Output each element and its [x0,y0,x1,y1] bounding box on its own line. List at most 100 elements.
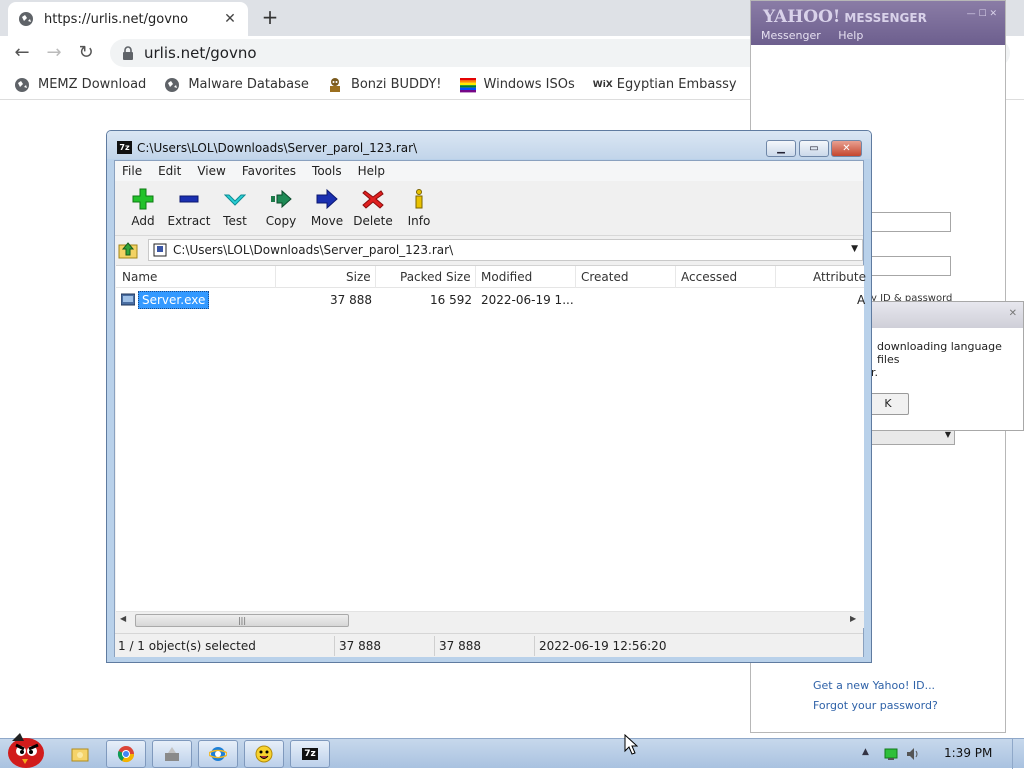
copy-label: Copy [265,214,297,228]
delete-x-icon [362,190,384,209]
test-button[interactable]: Test [212,186,258,232]
bookmark-bonzi[interactable]: Bonzi BUDDY! [327,77,442,93]
info-button[interactable]: Info [396,186,442,232]
menu-edit[interactable]: Edit [158,164,181,178]
status-selected: 1 / 1 object(s) selected [118,639,256,653]
taskbar-app-3[interactable] [152,740,192,768]
chrome-icon [117,746,135,763]
row-packed: 16 592 [430,293,472,307]
taskbar-7zip[interactable]: 7z [290,740,330,768]
menu-view[interactable]: View [197,164,225,178]
forward-icon[interactable]: → [42,41,66,65]
extract-button[interactable]: Extract [166,186,212,232]
internet-explorer-icon [209,747,227,761]
col-attributes[interactable]: Attribute [813,270,866,284]
chevron-down-icon[interactable]: ▼ [851,244,858,254]
network-icon[interactable] [884,747,898,761]
row-name[interactable]: Server.exe [138,291,210,309]
table-row[interactable]: Server.exe 37 888 16 592 2022-06-19 1...… [116,290,865,310]
delete-button[interactable]: Delete [350,186,396,232]
maximize-button[interactable]: ▭ [799,140,829,157]
folder-up-icon[interactable] [118,240,138,260]
status-packed: 37 888 [439,639,481,653]
clock[interactable]: 1:39 PM [944,746,992,760]
col-modified[interactable]: Modified [481,270,532,284]
col-name[interactable]: Name [122,270,157,284]
chevron-down-icon: ▼ [944,430,951,439]
reload-icon[interactable]: ↻ [74,41,98,65]
window-controls[interactable]: — ☐ ✕ [967,9,997,19]
menu-file[interactable]: File [122,164,142,178]
horizontal-scrollbar[interactable]: ◀ ||| ▶ [116,611,864,628]
close-tab-icon[interactable]: ✕ [222,11,238,27]
list-header: Name Size Packed Size Modified Created A… [116,266,866,288]
info-icon [415,189,423,209]
bookmark-label: Bonzi BUDDY! [350,77,442,92]
bookmark-malware-db[interactable]: Malware Database [164,77,309,93]
back-icon[interactable]: ← [10,41,34,65]
scrollbar-thumb[interactable]: ||| [135,614,349,627]
yahoo-id-field[interactable] [871,212,951,232]
get-new-id-link[interactable]: Get a new Yahoo! ID... [813,679,935,692]
show-desktop-button[interactable] [1012,739,1024,769]
start-button[interactable] [2,731,48,769]
bookmark-memz[interactable]: MEMZ Download [14,77,146,93]
yahoo-menubar: Messenger Help [761,29,877,42]
checkmark-icon [224,194,246,206]
7zip-titlebar: 7z C:\Users\LOL\Downloads\Server_parol_1… [107,131,871,159]
taskbar-chrome[interactable] [106,740,146,768]
folder-icon [71,748,89,762]
tab-title: https://urlis.net/govno [44,11,189,27]
copy-arrow-icon [271,189,292,209]
menu-favorites[interactable]: Favorites [242,164,296,178]
dialog-message-2: r. [871,366,879,379]
mouse-cursor-icon [624,734,638,755]
col-packed-size[interactable]: Packed Size [400,270,471,284]
ok-button[interactable]: K [867,393,909,415]
close-icon[interactable]: ✕ [1009,308,1017,319]
extract-label: Extract [167,214,211,228]
menu-help[interactable]: Help [838,29,863,42]
yahoo-language-dialog: ✕ downloading language files r. K [846,301,1024,431]
bookmark-egyptian-embassy[interactable]: WiX Egyptian Embassy [593,77,737,93]
taskbar-explorer[interactable] [60,740,100,768]
info-label: Info [407,214,431,228]
col-created[interactable]: Created [581,270,629,284]
new-tab-button[interactable]: + [258,6,282,30]
bookmark-label: Malware Database [188,77,309,92]
taskbar-ie[interactable] [198,740,238,768]
status-size: 37 888 [339,639,381,653]
move-button[interactable]: Move [304,186,350,232]
file-list: Name Size Packed Size Modified Created A… [116,265,866,628]
bookmark-label: MEMZ Download [38,77,147,92]
yahoo-logo: YAHOO! MESSENGER [763,7,927,27]
taskbar-yahoo[interactable] [244,740,284,768]
tray-expand-icon[interactable]: ▲ [862,747,869,757]
forgot-password-link[interactable]: Forgot your password? [813,699,938,712]
menu-messenger[interactable]: Messenger [761,29,821,42]
path-text: C:\Users\LOL\Downloads\Server_parol_123.… [173,243,454,257]
tools-icon [165,747,179,761]
window-title: C:\Users\LOL\Downloads\Server_parol_123.… [137,141,418,155]
scroll-left-icon[interactable]: ◀ [120,614,126,623]
copy-button[interactable]: Copy [258,186,304,232]
scroll-right-icon[interactable]: ▶ [850,614,856,623]
path-combobox[interactable]: C:\Users\LOL\Downloads\Server_parol_123.… [148,239,863,261]
browser-tab[interactable]: https://urlis.net/govno ✕ [8,2,248,36]
add-button[interactable]: Add [120,186,166,232]
volume-icon[interactable] [906,747,920,761]
menu-tools[interactable]: Tools [312,164,342,178]
minimize-button[interactable]: ▁ [766,140,796,157]
menu-help[interactable]: Help [358,164,385,178]
close-button[interactable]: ✕ [831,140,862,157]
exe-file-icon [121,293,135,306]
add-label: Add [131,214,155,228]
bookmark-windows-isos[interactable]: Windows ISOs [459,77,575,93]
7zip-client-area: File Edit View Favorites Tools Help Add … [114,160,866,657]
globe-icon [15,77,29,92]
col-accessed[interactable]: Accessed [681,270,737,284]
plus-icon [132,188,154,210]
password-field[interactable] [871,256,951,276]
yahoo-smiley-icon [255,745,273,763]
col-size[interactable]: Size [346,270,371,284]
